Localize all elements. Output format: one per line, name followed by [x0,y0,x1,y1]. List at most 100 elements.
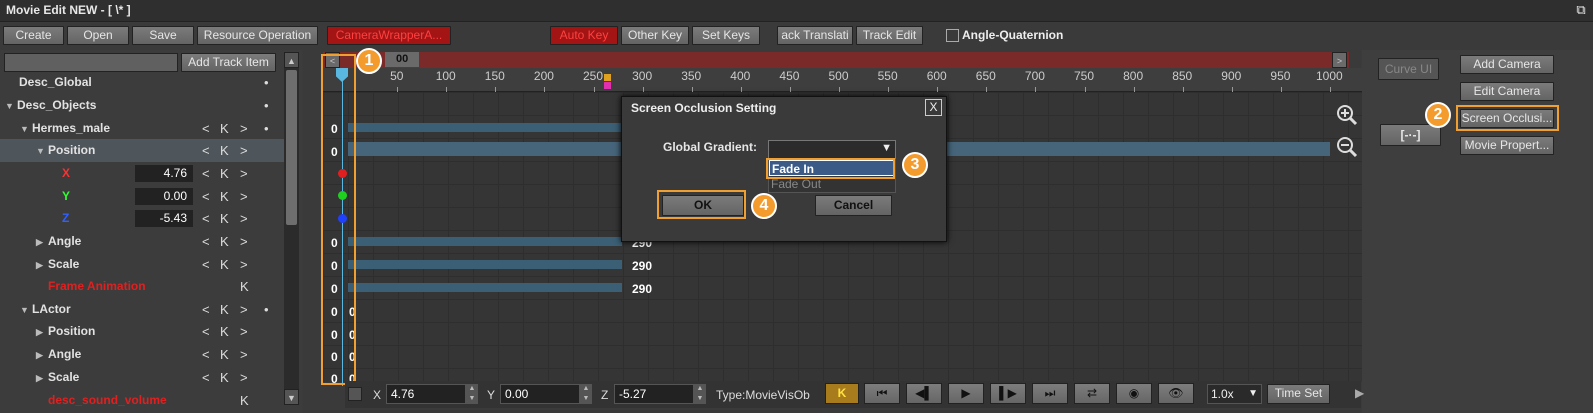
curve-ui-button[interactable]: Curve UI [1378,58,1439,80]
next-key-button[interactable]: > [240,207,248,230]
next-key-button[interactable]: > [240,366,248,389]
next-key-button[interactable]: > [240,343,248,366]
prev-key-button[interactable]: < [202,366,210,389]
key-button[interactable]: K [220,162,229,185]
open-button[interactable]: Open [67,26,129,45]
tree-row-lactor[interactable]: ▼ LActor < K > • [0,298,284,321]
timeline-range-bar[interactable] [323,52,1349,68]
y-input[interactable]: 0.00 [500,384,580,404]
tree-row-desc-objects[interactable]: ▼ Desc_Objects • [0,94,284,117]
key-button[interactable]: K [220,298,229,321]
collapse-arrow-icon[interactable]: ▼ [5,95,17,118]
step-back-icon[interactable]: ◀▌ [906,383,942,404]
next-key-button[interactable]: > [240,185,248,208]
prev-key-button[interactable]: < [202,185,210,208]
next-key-button[interactable]: > [240,253,248,276]
expand-arrow-icon[interactable]: ▶ [36,254,48,277]
z-spinner[interactable]: ▲ ▼ [694,384,706,404]
time-set-button[interactable]: Time Set [1267,384,1330,404]
key-button[interactable]: K [220,207,229,230]
tree-row-z[interactable]: Z -5.43 < K > [0,207,284,230]
global-gradient-select[interactable]: ▼ [768,140,896,159]
key-button[interactable]: K [220,320,229,343]
prev-key-button[interactable]: < [202,253,210,276]
tree-row-scale[interactable]: ▶ Scale < K > [0,253,284,276]
tree-row-y[interactable]: Y 0.00 < K > [0,185,284,208]
x-input[interactable]: 4.76 [386,384,466,404]
skip-start-icon[interactable]: ⏮ [864,383,900,404]
prev-key-button[interactable]: < [202,298,210,321]
frame-input[interactable]: 00 [385,52,419,67]
speed-select[interactable]: 1.0x ▼ [1207,384,1262,404]
restore-icon[interactable]: ⧉ [1573,3,1589,18]
prev-key-button[interactable]: < [202,117,210,140]
key-button[interactable]: K [220,343,229,366]
zoom-out-icon[interactable] [1336,136,1358,158]
track-search-input[interactable] [4,53,178,72]
fit-frame-icon[interactable]: [-·-] [1380,124,1441,146]
tree-row-angle[interactable]: ▶ Angle < K > [0,343,284,366]
prev-key-button[interactable]: < [202,230,210,253]
x-spinner[interactable]: ▲ ▼ [466,384,478,404]
record-icon[interactable]: ◉ [1116,383,1152,404]
edit-camera-button[interactable]: Edit Camera [1460,82,1554,101]
zoom-in-icon[interactable] [1336,104,1358,126]
track-bar[interactable] [348,237,622,246]
prev-key-button[interactable]: < [202,207,210,230]
track-bar[interactable] [348,260,622,269]
key-button[interactable]: K [220,366,229,389]
tree-row-position[interactable]: ▼ Position < K > [0,139,284,162]
collapse-arrow-icon[interactable]: ▼ [36,140,48,163]
expand-arrow-icon[interactable]: ▶ [36,344,48,367]
camera-wrapper-button[interactable]: CameraWrapperA... [327,26,451,45]
expand-arrow-icon[interactable]: ▶ [36,367,48,390]
key-button[interactable]: K [220,230,229,253]
next-key-button[interactable]: > [240,162,248,185]
tree-row-desc-sound-volume[interactable]: desc_sound_volume K [0,389,284,412]
set-keys-button[interactable]: Set Keys [692,26,760,45]
save-button[interactable]: Save [132,26,194,45]
key-button[interactable]: K [240,275,249,298]
scroll-up-icon[interactable]: ▲ [284,52,299,68]
timeline-right-button[interactable]: > [1332,52,1347,68]
expand-arrow-icon[interactable]: ▶ [36,231,48,254]
prev-key-button[interactable]: < [202,343,210,366]
key-button[interactable]: K [220,185,229,208]
z-value-field[interactable]: -5.43 [135,210,193,227]
lock-icon[interactable] [348,387,362,401]
track-bar[interactable] [348,283,622,292]
key-mode-icon[interactable]: K [825,383,859,404]
key-button[interactable]: K [240,389,249,412]
prev-key-button[interactable]: < [202,320,210,343]
tree-row-frame-animation[interactable]: Frame Animation K [0,275,284,298]
y-spinner[interactable]: ▲ ▼ [580,384,592,404]
auto-key-button[interactable]: Auto Key [550,26,618,45]
next-key-button[interactable]: > [240,320,248,343]
other-key-button[interactable]: Other Key [621,26,689,45]
eye-icon[interactable]: 👁 [1158,383,1194,404]
prev-key-button[interactable]: < [202,162,210,185]
play-icon[interactable]: ▶ [948,383,984,404]
track-bar[interactable] [348,123,622,132]
resource-operation-button[interactable]: Resource Operation [197,26,318,45]
scroll-down-icon[interactable]: ▼ [284,389,299,405]
tree-row-scale[interactable]: ▶ Scale < K > [0,366,284,389]
prev-key-button[interactable]: < [202,139,210,162]
collapse-arrow-icon[interactable]: ▼ [20,118,32,141]
add-camera-button[interactable]: Add Camera [1460,55,1554,74]
cancel-button[interactable]: Cancel [815,195,892,216]
tree-row-angle[interactable]: ▶ Angle < K > [0,230,284,253]
loop-icon[interactable]: ⇄ [1074,383,1110,404]
next-key-button[interactable]: > [240,117,248,140]
movie-property-button[interactable]: Movie Propert... [1460,136,1554,155]
tree-row-desc-global[interactable]: Desc_Global • [0,71,284,94]
dialog-close-button[interactable]: X [925,99,942,116]
key-marker-icon[interactable] [604,82,611,89]
angle-quaternion-checkbox[interactable] [946,29,959,42]
track-edit-button[interactable]: Track Edit [856,26,923,45]
x-value-field[interactable]: 4.76 [135,165,193,182]
z-input[interactable]: -5.27 [614,384,694,404]
key-marker-icon[interactable] [604,74,611,81]
collapse-arrow-icon[interactable]: ▼ [20,299,32,322]
key-button[interactable]: K [220,117,229,140]
